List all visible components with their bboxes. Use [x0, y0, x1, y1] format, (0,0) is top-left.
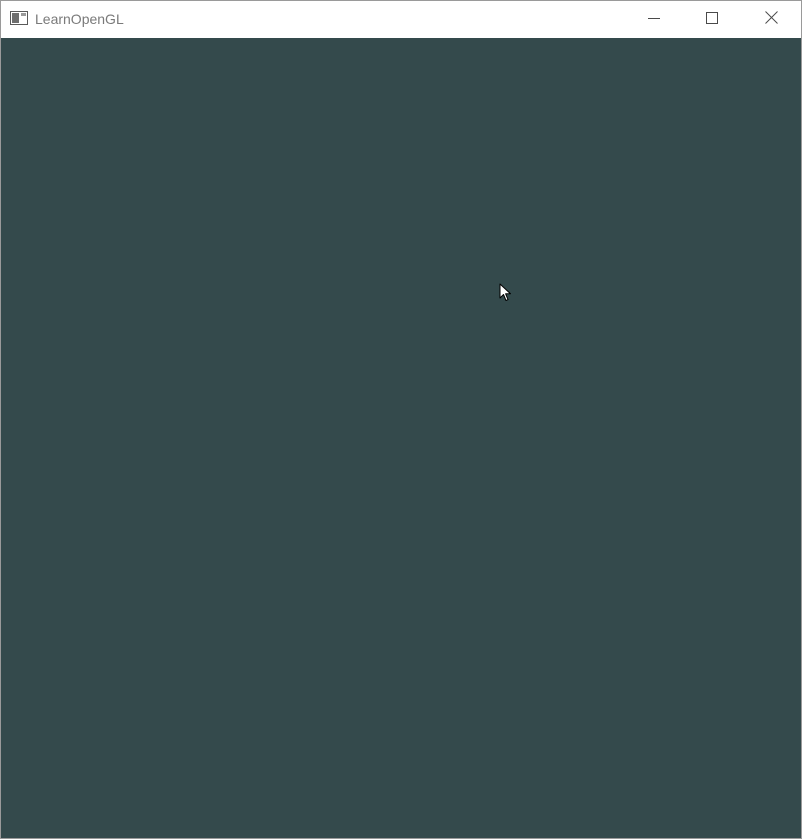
- window-title: LearnOpenGL: [35, 11, 124, 27]
- opengl-viewport[interactable]: [1, 38, 801, 838]
- close-button[interactable]: [741, 1, 801, 38]
- title-bar[interactable]: LearnOpenGL: [1, 1, 801, 38]
- app-window: LearnOpenGL: [0, 0, 802, 839]
- minimize-icon: [648, 11, 660, 29]
- maximize-button[interactable]: [683, 1, 741, 38]
- app-window-icon: [10, 11, 28, 25]
- mouse-cursor-icon: [499, 283, 513, 303]
- maximize-icon: [706, 11, 718, 29]
- minimize-button[interactable]: [625, 1, 683, 38]
- close-icon: [764, 10, 778, 29]
